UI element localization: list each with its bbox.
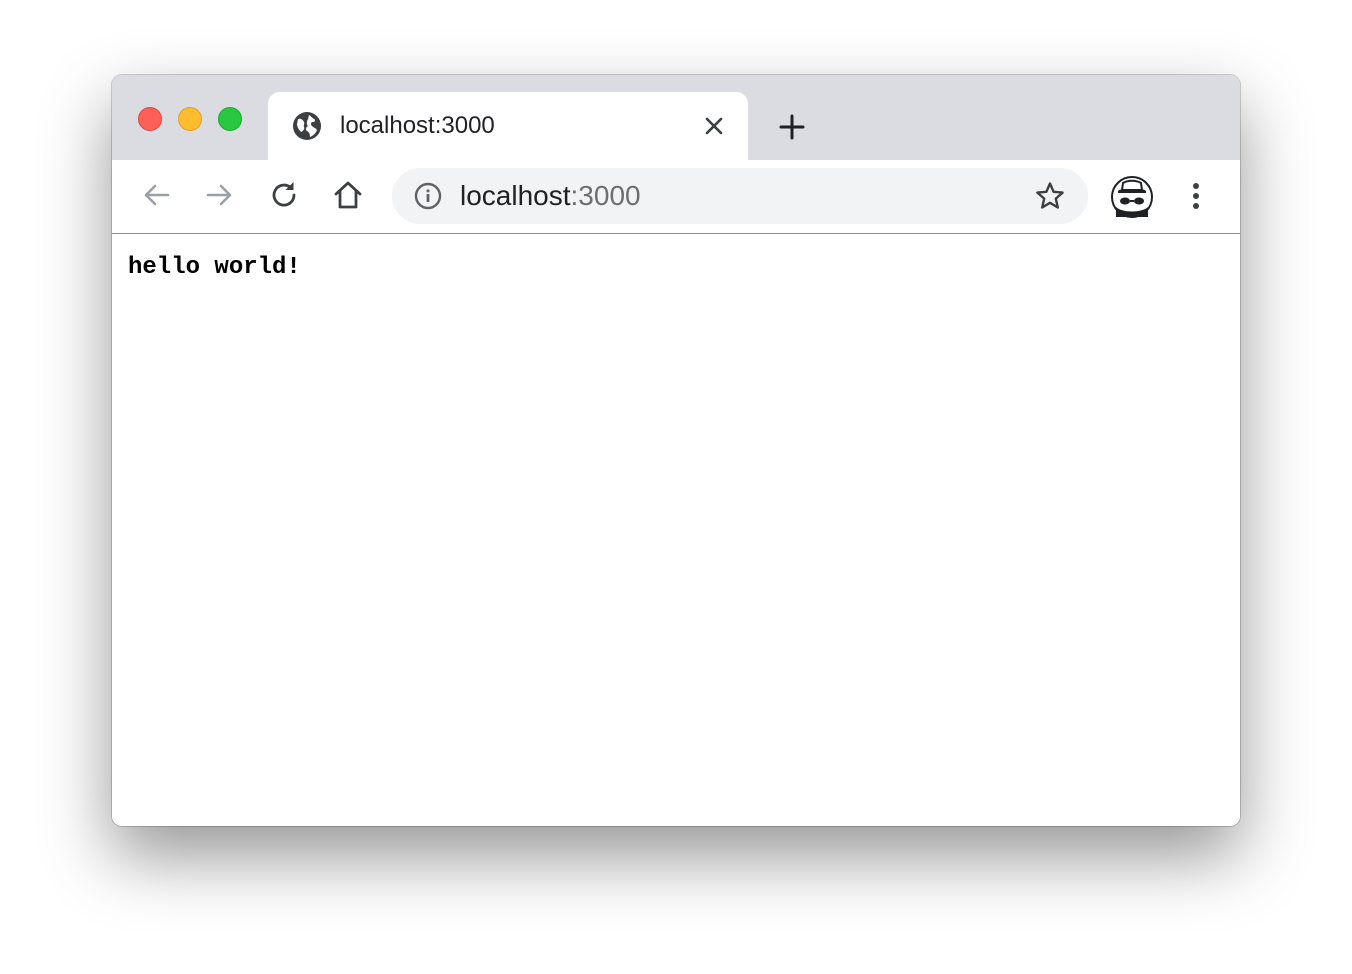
url-port: :3000 [570, 180, 641, 211]
address-bar[interactable]: localhost:3000 [392, 168, 1088, 224]
bookmark-star-icon[interactable] [1034, 180, 1066, 212]
incognito-profile-icon[interactable] [1110, 175, 1154, 219]
title-bar: localhost:3000 [112, 75, 1240, 160]
globe-icon [293, 112, 321, 140]
reload-icon[interactable] [266, 177, 302, 213]
back-arrow-icon[interactable] [138, 177, 174, 213]
page-body-text: hello world! [128, 254, 301, 281]
forward-arrow-icon[interactable] [202, 177, 238, 213]
close-icon[interactable] [703, 115, 725, 137]
url-text[interactable]: localhost:3000 [460, 180, 641, 212]
browser-window: localhost:3000 localhost:3000 hello worl… [112, 75, 1240, 826]
toolbar: localhost:3000 [112, 160, 1240, 234]
more-vert-icon[interactable] [1184, 178, 1208, 214]
maximize-window-button[interactable] [218, 107, 242, 131]
page-content: hello world! [112, 234, 1240, 826]
tab-localhost[interactable]: localhost:3000 [268, 92, 748, 160]
url-host: localhost [460, 180, 571, 211]
info-icon[interactable] [414, 182, 442, 210]
close-window-button[interactable] [138, 107, 162, 131]
minimize-window-button[interactable] [178, 107, 202, 131]
tab-title: localhost:3000 [340, 112, 495, 139]
home-icon[interactable] [330, 177, 366, 213]
new-tab-icon[interactable] [776, 111, 808, 143]
